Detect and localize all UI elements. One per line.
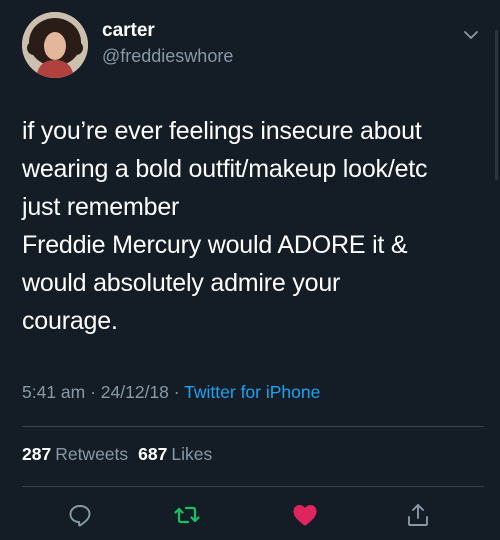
user-names: carter @freddieswhore: [102, 20, 233, 68]
reply-icon: [69, 505, 91, 527]
meta-separator: ·: [168, 382, 185, 402]
like-button[interactable]: [290, 500, 320, 530]
user-handle[interactable]: @freddieswhore: [102, 44, 233, 68]
scrollbar[interactable]: [495, 30, 498, 180]
tweet-text: if you’re ever feelings insecure about w…: [22, 117, 428, 335]
avatar-image: [22, 12, 88, 78]
chevron-down-icon[interactable]: [460, 24, 482, 46]
share-icon: [408, 504, 428, 526]
tweet-meta: 5:41 am · 24/12/18 · Twitter for iPhone: [22, 382, 320, 403]
share-button[interactable]: [403, 500, 433, 530]
tweet-date[interactable]: 24/12/18: [101, 382, 169, 402]
likes-stat[interactable]: 687 Likes: [138, 444, 212, 464]
meta-separator: ·: [85, 382, 101, 402]
tweet-time[interactable]: 5:41 am: [22, 382, 85, 402]
tweet-card: carter @freddieswhore if you’re ever fee…: [0, 0, 500, 540]
divider: [22, 426, 484, 427]
likes-label: Likes: [171, 444, 213, 464]
tweet-actions: [0, 496, 500, 536]
tweet-header: carter @freddieswhore: [22, 12, 482, 82]
divider: [22, 486, 484, 487]
tweet-stats: 287 Retweets 687 Likes: [22, 444, 212, 465]
retweets-stat[interactable]: 287 Retweets: [22, 444, 128, 464]
display-name[interactable]: carter: [102, 20, 233, 42]
tweet-source-link[interactable]: Twitter for iPhone: [184, 382, 320, 402]
retweets-label: Retweets: [55, 444, 129, 464]
retweets-count: 287: [22, 444, 52, 464]
likes-count: 687: [138, 444, 168, 464]
retweet-icon: [174, 506, 200, 524]
retweet-button[interactable]: [172, 500, 202, 530]
heart-icon: [293, 505, 317, 526]
reply-button[interactable]: [65, 500, 95, 530]
avatar[interactable]: [22, 12, 88, 78]
